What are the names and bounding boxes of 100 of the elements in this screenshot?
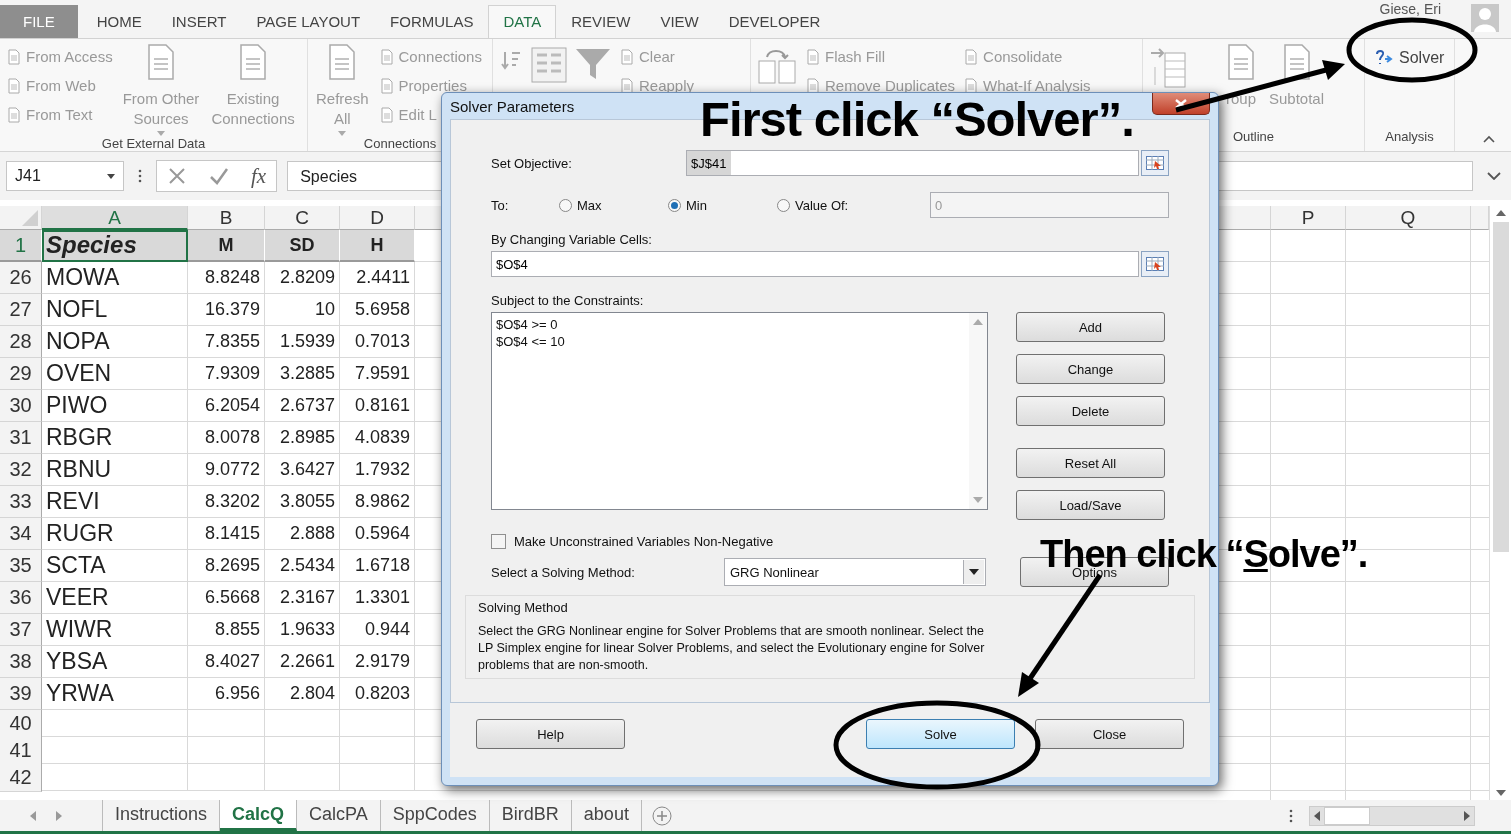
column-header[interactable]: B <box>188 206 265 230</box>
sort-dialog-icon[interactable] <box>531 47 567 83</box>
table-cell: 7.9309 <box>188 358 265 390</box>
sheet-tab[interactable]: CalcQ <box>220 800 298 831</box>
table-cell: 8.4027 <box>188 646 265 678</box>
radio-label[interactable]: Value Of: <box>795 197 849 213</box>
table-cell: NOPA <box>42 326 188 358</box>
solving-method-dropdown[interactable]: GRG Nonlinear <box>724 558 986 586</box>
table-cell: 9.0772 <box>188 454 265 486</box>
dialog-button[interactable]: Delete <box>1016 396 1165 426</box>
account-name[interactable]: Giese, Eri <box>1379 1 1441 17</box>
ribbon-tab[interactable]: REVIEW <box>556 5 646 38</box>
row-header[interactable]: 35 <box>0 550 42 582</box>
radio-button[interactable] <box>777 198 790 212</box>
row-header[interactable]: 38 <box>0 646 42 678</box>
table-cell: 10 <box>265 294 340 326</box>
more-options-icon[interactable] <box>1289 808 1293 823</box>
dialog-button[interactable]: Change <box>1016 354 1165 384</box>
table-cell: Species <box>42 230 188 262</box>
column-header[interactable] <box>1471 206 1489 230</box>
insert-function-button[interactable]: fx <box>251 163 267 189</box>
column-header[interactable]: C <box>265 206 340 230</box>
ribbon-tab[interactable]: DEVELOPER <box>713 5 836 38</box>
radio-label[interactable]: Min <box>686 197 707 213</box>
vertical-scrollbar[interactable] <box>1489 206 1511 800</box>
range-picker-button[interactable] <box>1141 251 1169 277</box>
row-header[interactable]: 36 <box>0 582 42 614</box>
row-header[interactable]: 34 <box>0 518 42 550</box>
name-box[interactable]: J41 <box>6 161 124 191</box>
table-cell: 1.3301 <box>340 582 415 614</box>
row-header[interactable]: 31 <box>0 422 42 454</box>
dialog-button[interactable]: Close <box>1035 719 1184 749</box>
checkbox[interactable] <box>491 534 506 549</box>
sheet-tab[interactable]: SppCodes <box>380 800 490 831</box>
sheet-tab[interactable]: BirdBR <box>489 800 572 831</box>
row-header[interactable]: 27 <box>0 294 42 326</box>
table-cell: 6.2054 <box>188 390 265 422</box>
radio-button[interactable] <box>559 198 572 212</box>
dialog-button[interactable]: Reset All <box>1016 448 1165 478</box>
table-cell: 8.2695 <box>188 550 265 582</box>
ribbon-tab[interactable]: FORMULAS <box>375 5 489 38</box>
next-sheet-icon[interactable] <box>56 810 62 821</box>
range-grid-icon <box>1146 257 1164 271</box>
expand-icon[interactable] <box>1487 172 1501 180</box>
previous-sheet-icon[interactable] <box>30 810 36 821</box>
variable-cells-field[interactable]: $O$4 <box>491 251 1139 277</box>
document-icon <box>6 106 22 123</box>
horizontal-scrollbar[interactable] <box>1309 805 1475 826</box>
row-header[interactable]: 41 <box>0 737 42 765</box>
row-header[interactable]: 26 <box>0 262 42 294</box>
row-header[interactable]: 28 <box>0 326 42 358</box>
row-header[interactable]: 1 <box>0 230 42 262</box>
dialog-button[interactable]: Add <box>1016 312 1165 342</box>
dialog-button[interactable]: Solve <box>866 719 1015 749</box>
row-header[interactable]: 30 <box>0 390 42 422</box>
row-header[interactable]: 33 <box>0 486 42 518</box>
sheet-tab[interactable]: CalcPA <box>297 800 381 831</box>
dialog-button[interactable]: Load/Save <box>1016 490 1165 520</box>
collapse-ribbon-icon[interactable] <box>1483 135 1495 143</box>
column-header[interactable]: Q <box>1346 206 1471 230</box>
table-cell: 2.5434 <box>265 550 340 582</box>
text-columns-icon[interactable] <box>757 47 797 87</box>
sheet-tab[interactable]: about <box>571 800 642 831</box>
objective-field[interactable]: $J$41 <box>686 150 1139 176</box>
checkbox-label[interactable]: Make Unconstrained Variables Non-Negative <box>514 534 774 549</box>
row-header[interactable]: 42 <box>0 764 42 792</box>
row-header[interactable]: 32 <box>0 454 42 486</box>
dialog-button[interactable]: Help <box>476 719 625 749</box>
constraints-list[interactable]: $O$4 >= 0 $O$4 <= 10 <box>491 312 988 510</box>
constraint-item[interactable]: $O$4 <= 10 <box>496 333 965 350</box>
constraint-item[interactable]: $O$4 >= 0 <box>496 316 965 333</box>
ribbon-tab[interactable]: HOME <box>81 5 157 38</box>
checkmark-icon[interactable] <box>209 166 229 186</box>
row-header[interactable]: 37 <box>0 614 42 646</box>
column-header[interactable]: A <box>42 206 188 230</box>
range-picker-button[interactable] <box>1141 150 1169 176</box>
ribbon-tab[interactable]: PAGE LAYOUT <box>241 5 376 38</box>
add-sheet-icon[interactable] <box>651 805 672 826</box>
table-cell: 1.7932 <box>340 454 415 486</box>
ribbon-tab[interactable]: DATA <box>488 5 557 38</box>
user-avatar-icon[interactable] <box>1471 4 1499 32</box>
row-header[interactable]: 40 <box>0 710 42 738</box>
radio-button[interactable] <box>668 198 681 212</box>
scroll-left-icon[interactable] <box>1314 810 1320 821</box>
table-cell: PIWO <box>42 390 188 422</box>
more-options-icon[interactable] <box>138 169 142 183</box>
row-header[interactable]: 29 <box>0 358 42 390</box>
ribbon-tab[interactable]: VIEW <box>645 5 714 38</box>
radio-label[interactable]: Max <box>577 197 602 213</box>
ribbon-tab[interactable]: INSERT <box>156 5 242 38</box>
cancel-icon[interactable] <box>167 166 187 186</box>
scroll-down-icon[interactable] <box>1495 790 1506 796</box>
document-icon <box>805 77 821 94</box>
table-cell: 0.944 <box>340 614 415 646</box>
row-header[interactable]: 39 <box>0 678 42 710</box>
column-header[interactable]: D <box>340 206 415 230</box>
solver-button[interactable]: Solver <box>1371 45 1449 71</box>
column-header[interactable]: P <box>1271 206 1346 230</box>
scroll-up-icon[interactable] <box>1495 210 1506 216</box>
scroll-right-icon[interactable] <box>1464 810 1470 821</box>
